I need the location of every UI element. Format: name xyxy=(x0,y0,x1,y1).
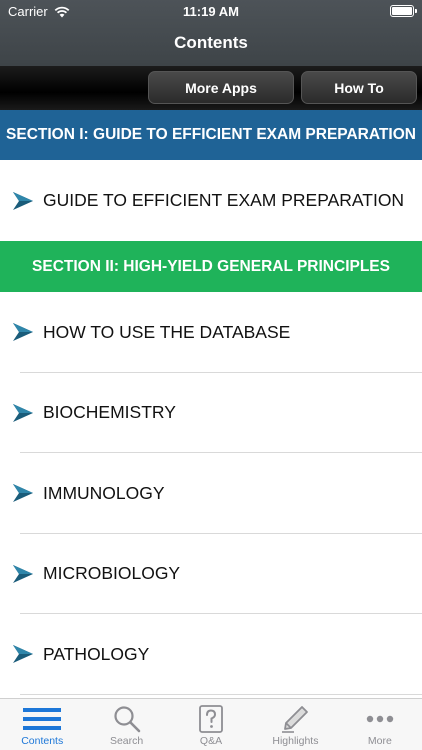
battery-icon xyxy=(390,5,417,17)
list-item[interactable]: BIOCHEMISTRY xyxy=(0,373,422,453)
more-icon xyxy=(366,715,394,723)
tab-search[interactable]: Search xyxy=(84,699,168,750)
section-header: SECTION II: HIGH-YIELD GENERAL PRINCIPLE… xyxy=(0,241,422,292)
tab-more[interactable]: More xyxy=(338,699,422,750)
chevron-right-icon xyxy=(13,323,33,342)
tab-qa[interactable]: Q&A xyxy=(169,699,253,750)
status-time: 11:19 AM xyxy=(183,4,239,19)
list-item-label: HOW TO USE THE DATABASE xyxy=(43,321,291,342)
tab-highlights[interactable]: Highlights xyxy=(253,699,337,750)
page-title: Contents xyxy=(174,33,248,52)
tab-label: Highlights xyxy=(272,735,319,747)
list-item[interactable]: PATHOLOGY xyxy=(0,614,422,695)
section-title: SECTION I: GUIDE TO EFFICIENT EXAM PREPA… xyxy=(6,126,416,143)
tab-label: Contents xyxy=(21,735,64,747)
list-item-label: GUIDE TO EFFICIENT EXAM PREPARATION xyxy=(43,190,405,210)
chevron-right-icon xyxy=(13,403,33,422)
question-icon xyxy=(199,705,223,733)
search-icon xyxy=(114,706,140,733)
chevron-right-icon xyxy=(13,564,33,583)
list-icon xyxy=(23,708,62,730)
list-item-label: PATHOLOGY xyxy=(43,643,150,664)
list-item-label: MICROBIOLOGY xyxy=(43,563,181,584)
how-to-button[interactable]: How To xyxy=(301,71,417,104)
tab-bar: Contents Search Q&A Highlights More xyxy=(0,698,422,750)
list-item[interactable]: MICROBIOLOGY xyxy=(0,534,422,614)
toolbar: More Apps How To xyxy=(0,66,422,110)
chevron-right-icon xyxy=(13,191,33,210)
tab-label: Search xyxy=(109,735,144,747)
navigation-bar: Carrier 11:19 AM Contents xyxy=(0,0,422,66)
tab-label: Q&A xyxy=(199,735,223,747)
pen-icon xyxy=(282,706,309,733)
chevron-right-icon xyxy=(13,645,33,664)
list-item-label: BIOCHEMISTRY xyxy=(43,402,176,423)
chevron-right-icon xyxy=(13,484,33,503)
contents-list[interactable]: SECTION I: GUIDE TO EFFICIENT EXAM PREPA… xyxy=(0,110,422,698)
section-header: SECTION I: GUIDE TO EFFICIENT EXAM PREPA… xyxy=(0,110,422,160)
more-apps-button[interactable]: More Apps xyxy=(148,71,294,104)
list-item[interactable]: HOW TO USE THE DATABASE xyxy=(0,292,422,373)
tab-label: More xyxy=(367,735,392,747)
list-item[interactable]: GUIDE TO EFFICIENT EXAM PREPARATION xyxy=(0,160,422,241)
list-item-label: IMMUNOLOGY xyxy=(43,482,165,503)
row-divider xyxy=(20,693,422,695)
list-item[interactable]: IMMUNOLOGY xyxy=(0,453,422,534)
status-bar: Carrier 11:19 AM xyxy=(0,0,422,24)
tab-contents[interactable]: Contents xyxy=(0,699,84,750)
section-title: SECTION II: HIGH-YIELD GENERAL PRINCIPLE… xyxy=(32,257,390,275)
